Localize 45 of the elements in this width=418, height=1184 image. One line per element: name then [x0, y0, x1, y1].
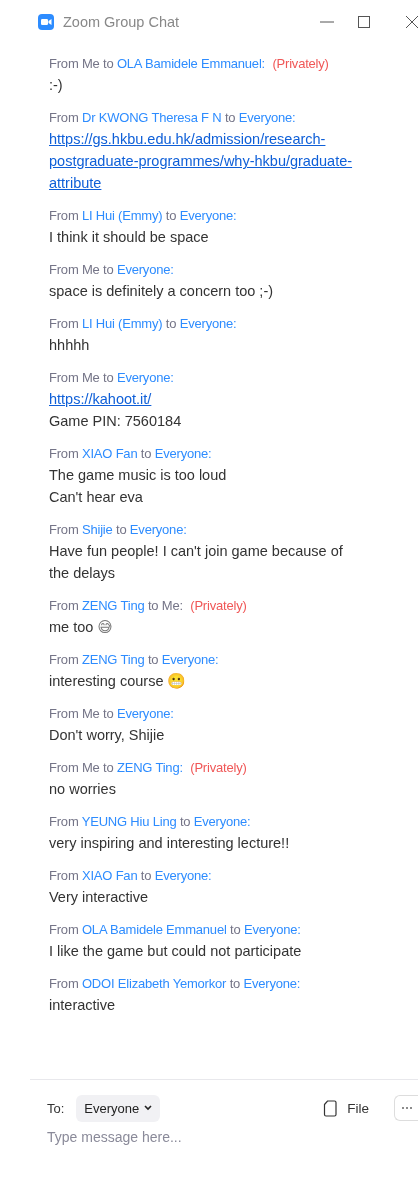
message-text: no worries	[49, 780, 116, 799]
message-header: From Me to Everyone:	[49, 261, 175, 279]
message-link[interactable]: https://gs.hkbu.edu.hk/admission/research-postgraduate-programmes/why-hkbu/graduate-attribute	[49, 128, 363, 194]
message-header: From LI Hui (Emmy) to Everyone:	[49, 315, 238, 333]
message-text: interactive	[49, 996, 116, 1015]
message-header: From Me to Everyone:	[49, 705, 175, 723]
message-header: From Dr KWONG Theresa F N to Everyone:	[49, 109, 297, 127]
to-label: To:	[47, 1100, 65, 1116]
message-text: me too	[49, 618, 94, 637]
message-text: interesting course	[49, 672, 164, 691]
message-header: From OLA Bamidele Emmanuel to Everyone:	[49, 921, 302, 939]
message-header: From ZENG Ting to Me: (Privately)	[49, 597, 248, 615]
document-icon	[323, 1099, 338, 1117]
file-button[interactable]: File	[323, 1099, 369, 1117]
message-text: Have fun people! I can't join game because of the delays	[49, 542, 344, 583]
window-title: Zoom Group Chat	[63, 14, 181, 30]
message-text: Very interactive	[49, 888, 149, 907]
recipient-dropdown[interactable]: Everyone	[76, 1094, 161, 1122]
message-header: From XIAO Fan to Everyone:	[49, 867, 213, 885]
message-header: From YEUNG Hiu Ling to Everyone:	[49, 813, 252, 831]
message-link[interactable]: https://kahoot.it/	[49, 388, 152, 410]
message-header: From Me to OLA Bamidele Emmanuel: (Privately)	[49, 55, 330, 73]
chevron-down-icon	[144, 1105, 153, 1111]
message-text: I think it should be space	[49, 228, 209, 247]
message-header: From Shijie to Everyone:	[49, 521, 188, 539]
message-text: I like the game but could not participate	[49, 942, 302, 961]
message-header: From ZENG Ting to Everyone:	[49, 651, 220, 669]
emoji-icon: 😬	[167, 670, 187, 692]
message-header: From Me to Everyone:	[49, 369, 175, 387]
message-text: :-)	[49, 76, 63, 95]
maximize-icon[interactable]	[358, 16, 370, 28]
message-text: hhhhh	[49, 336, 90, 355]
message-text: Don't worry, Shijie	[49, 726, 165, 745]
message-text: The game music is too loud	[49, 466, 227, 485]
emoji-icon: 😅	[97, 616, 113, 638]
message-text: very inspiring and interesting lecture!!	[49, 834, 290, 853]
message-header: From LI Hui (Emmy) to Everyone:	[49, 207, 238, 225]
message-header: From Me to ZENG Ting: (Privately)	[49, 759, 248, 777]
message-header: From XIAO Fan to Everyone:	[49, 445, 213, 463]
message-header: From ODOI Elizabeth Yemorkor to Everyone:	[49, 975, 302, 993]
message-text: space is definitely a concern too ;-)	[49, 282, 274, 301]
camera-app-icon	[38, 14, 54, 30]
message-text: Can't hear eva	[49, 488, 143, 507]
close-icon[interactable]	[406, 16, 418, 28]
message-text: Game PIN: 7560184	[49, 412, 182, 431]
